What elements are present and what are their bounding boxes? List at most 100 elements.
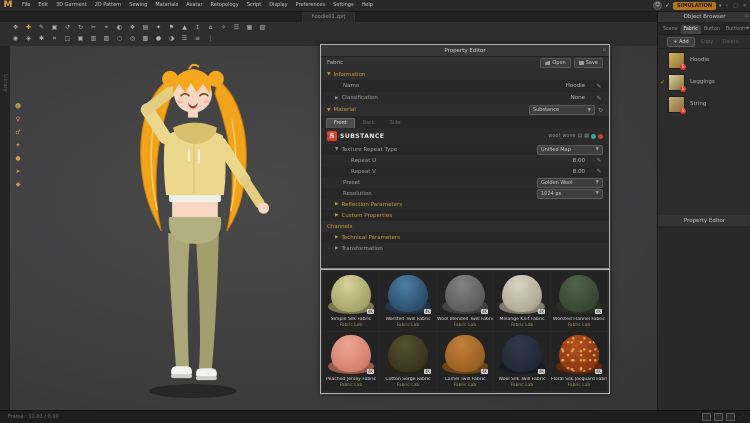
fabric-swatch-card[interactable]: 4K Cotton Serge Fabric Fabric Lab xyxy=(380,332,436,391)
information-section-header[interactable]: ▼ Information xyxy=(321,69,609,80)
collapse-arrow-icon[interactable]: ▼ xyxy=(335,147,338,152)
fabric-swatch-card[interactable]: 4K Floral Silk Jacquard Fabric Fabric Lab xyxy=(551,332,607,391)
material-type-dropdown[interactable]: Substance ▼ xyxy=(528,105,595,115)
female-avatar-tool-icon[interactable]: ♀ xyxy=(12,115,24,125)
select-tool-icon[interactable]: ✥ xyxy=(10,23,21,33)
square-tool-icon[interactable]: □ xyxy=(62,34,73,44)
scissors-tool-icon[interactable]: ✂ xyxy=(88,23,99,33)
view-grid-icon[interactable]: ▦ xyxy=(584,133,589,139)
layout-split-icon[interactable] xyxy=(726,413,735,421)
menu-item-edit[interactable]: Edit xyxy=(34,0,52,11)
layers-tool-icon[interactable]: ▤ xyxy=(140,23,151,33)
resolution-dropdown[interactable]: 1024 px ▼ xyxy=(537,188,603,199)
menu-item-avatar[interactable]: Avatar xyxy=(182,0,206,11)
tab-fabric[interactable]: Fabric xyxy=(680,25,701,34)
pointer-tool-icon[interactable]: ➤ xyxy=(12,167,24,177)
add-button[interactable]: + Add xyxy=(667,36,695,47)
menu-item-file[interactable]: File xyxy=(18,0,34,11)
move-tool-icon[interactable]: ✚ xyxy=(23,23,34,33)
undo-icon[interactable]: ↺ xyxy=(62,23,73,33)
more-tools-icon[interactable]: ⋮ xyxy=(205,34,216,44)
dense-grid-tool-icon[interactable]: ▩ xyxy=(140,34,151,44)
gem-tool-icon[interactable]: ◈ xyxy=(23,34,34,44)
tab-button[interactable]: Button xyxy=(701,25,723,34)
circle-tool-icon[interactable]: ◉ xyxy=(10,34,21,44)
property-editor-title-bar[interactable]: Property Editor ▫ xyxy=(321,45,609,57)
menu-item-3d-garment[interactable]: 3D Garment xyxy=(52,0,91,11)
tab-scene[interactable]: Scene xyxy=(660,25,681,34)
substance-link-icon[interactable] xyxy=(591,133,596,139)
edit-pencil-icon[interactable]: ✎ xyxy=(595,157,603,164)
delete-button[interactable]: Delete xyxy=(719,38,741,46)
edit-pencil-icon[interactable]: ✎ xyxy=(595,95,603,102)
object-item-string[interactable]: String xyxy=(658,93,750,115)
menu-item-sewing[interactable]: Sewing xyxy=(125,0,151,11)
stripes-tool-icon[interactable]: ▥ xyxy=(88,34,99,44)
confirm-check-icon[interactable]: ✓ xyxy=(665,2,670,9)
close-icon[interactable]: ✕ xyxy=(742,3,748,9)
hash-tool-icon[interactable]: ⌗ xyxy=(49,34,60,44)
dot-tool-icon[interactable]: ● xyxy=(12,154,24,164)
material-section-header[interactable]: ▼ Material Substance ▼ ↻ xyxy=(321,104,609,116)
diamond-tool-icon[interactable]: ◆ xyxy=(12,180,24,190)
reflection-parameters-row[interactable]: ▶ Reflection Parameters xyxy=(321,199,609,210)
pen-tool-icon[interactable]: ✎ xyxy=(36,23,47,33)
preset-dropdown[interactable]: Golden Wool ▼ xyxy=(537,177,603,188)
tab-side[interactable]: Side xyxy=(383,119,408,128)
fabric-swatch-card[interactable]: 4K Camel Twill Fabric Fabric Lab xyxy=(437,332,493,391)
home-view-icon[interactable]: ⌂ xyxy=(205,23,216,33)
view-list-icon[interactable]: ▤ xyxy=(578,133,583,139)
open-button[interactable]: Open xyxy=(540,58,571,68)
flag-tool-icon[interactable]: ⚑ xyxy=(166,23,177,33)
expand-arrow-icon[interactable]: ▶ xyxy=(335,96,338,101)
menu-item-preferences[interactable]: Preferences xyxy=(292,0,329,11)
object-item-leggings[interactable]: ✓ Leggings xyxy=(658,71,750,93)
refresh-icon[interactable]: ↻ xyxy=(598,107,603,114)
channels-section-header[interactable]: Channels xyxy=(321,221,609,232)
project-file-tab[interactable]: hoodie01.zprj xyxy=(302,11,355,22)
rectangle-tool-icon[interactable]: ▣ xyxy=(49,23,60,33)
fabric-swatch-card[interactable]: 4K Worsted Flannel Fabric Fabric Lab xyxy=(551,272,607,331)
technical-parameters-row[interactable]: ▶ Technical Parameters xyxy=(321,232,609,243)
menu-item-help[interactable]: Help xyxy=(358,0,377,11)
sphere-tool-icon[interactable]: ◐ xyxy=(114,23,125,33)
menu-item-materials[interactable]: Materials xyxy=(151,0,182,11)
fabric-swatch-card[interactable]: 4K Simple Silk Fabric Fabric Lab xyxy=(323,272,379,331)
bars-tool-icon[interactable]: ☰ xyxy=(179,34,190,44)
texture-repeat-dropdown[interactable]: Unified Map ▼ xyxy=(537,144,603,155)
dot-tool-icon[interactable]: ● xyxy=(153,34,164,44)
menu-item-script[interactable]: Script xyxy=(243,0,266,11)
sparkle-tool-icon[interactable]: ✦ xyxy=(153,23,164,33)
fabric-swatch-card[interactable]: 4K Wool Silk Twill Fabric Fabric Lab xyxy=(494,332,550,391)
pin-tool-icon[interactable]: ⌖ xyxy=(101,23,112,33)
menu-item-2d-pattern[interactable]: 2D Pattern xyxy=(91,0,126,11)
hatch-tool-icon[interactable]: ▧ xyxy=(257,23,268,33)
edit-pencil-icon[interactable]: ✎ xyxy=(595,83,603,90)
minimize-icon[interactable]: – xyxy=(725,3,730,9)
fabric-swatch-card[interactable]: 4K Wool Blended Twill Fabric Fabric Lab xyxy=(437,272,493,331)
tab-back[interactable]: Back xyxy=(356,119,382,128)
star-tool-icon[interactable]: ✧ xyxy=(218,23,229,33)
bullseye-tool-icon[interactable]: ◎ xyxy=(127,34,138,44)
redo-icon[interactable]: ↻ xyxy=(75,23,86,33)
avatar-character[interactable] xyxy=(65,46,315,404)
simulation-dropdown-icon[interactable]: ▾ xyxy=(719,3,722,9)
custom-properties-row[interactable]: ▶ Custom Properties xyxy=(321,210,609,221)
avatar-tool-icon[interactable]: ▲ xyxy=(179,23,190,33)
sparkle-avatar-tool-icon[interactable]: ✦ xyxy=(12,141,24,151)
account-icon[interactable]: ☺ xyxy=(653,1,663,10)
restore-icon[interactable]: ▢ xyxy=(732,3,739,9)
fabric-swatch-card[interactable]: 4K Peached Jersey Fabric Fabric Lab xyxy=(323,332,379,391)
equals-tool-icon[interactable]: ≡ xyxy=(192,34,203,44)
substance-remove-icon[interactable] xyxy=(598,133,603,139)
tab-front[interactable]: Front xyxy=(326,118,355,128)
menu-item-settings[interactable]: Settings xyxy=(329,0,358,11)
transformation-row[interactable]: ▶ Transformation xyxy=(321,243,609,254)
fabric-swatch-card[interactable]: 4K Melange Knit Fabric Fabric Lab xyxy=(494,272,550,331)
edit-pencil-icon[interactable]: ✎ xyxy=(595,168,603,175)
raise-tool-icon[interactable]: ↥ xyxy=(192,23,203,33)
fabric-swatch-card[interactable]: 4K Worsted Twill Fabric Fabric Lab xyxy=(380,272,436,331)
male-avatar-tool-icon[interactable]: ♂ xyxy=(12,128,24,138)
save-button[interactable]: Save xyxy=(573,58,603,68)
ring-tool-icon[interactable]: ○ xyxy=(114,34,125,44)
